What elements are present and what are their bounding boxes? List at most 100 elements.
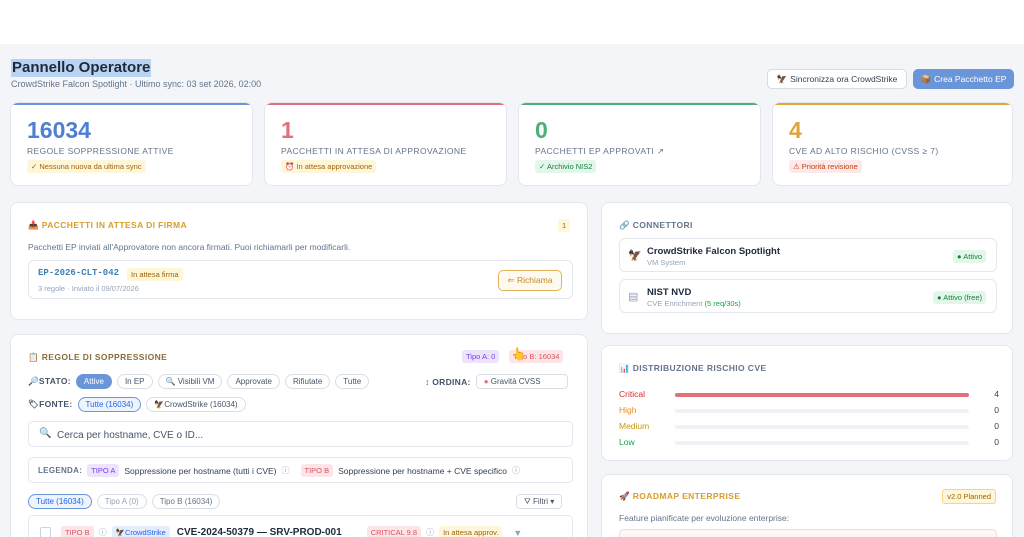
filter-in-ep[interactable]: In EP [116, 374, 153, 389]
sort-label: ↕ ORDINA: [425, 376, 471, 387]
distribution-label: Low [619, 437, 635, 447]
stat-label: CVE AD ALTO RISCHIO (CVSS ≥ 7) [789, 146, 939, 156]
funnel-icon: ⛛ [524, 496, 531, 506]
legend-box: LEGENDA: TIPO A Soppressione per hostnam… [28, 457, 573, 483]
stat-label: PACCHETTI IN ATTESA DI APPROVAZIONE [281, 146, 467, 156]
distribution-section-title: 📊 DISTRIBUZIONE RISCHIO CVE [619, 363, 766, 374]
roadmap-item [619, 529, 997, 537]
distribution-row-critical: Critical 4 [619, 389, 999, 401]
page-title: Pannello Operatore [11, 59, 152, 77]
search-input[interactable]: 🔍 Cerca per hostname, CVE o ID... [28, 421, 573, 447]
row-type-tag: TIPO B [61, 526, 94, 537]
connectors-title-text: CONNETTORI [632, 220, 693, 230]
source-label-text: FONTE: [39, 399, 73, 409]
source-filter-row: 🏷FONTE: Tutte (16034) 🦅 CrowdStrike (1603… [28, 397, 246, 412]
legend-type-b-text: Soppressione per hostname + CVE specific… [338, 465, 508, 476]
stat-badge: ✓ Nessuna nuova da ultima sync [27, 160, 146, 173]
row-expand-chevron-icon[interactable]: ▼ [513, 528, 522, 537]
sync-crowdstrike-button[interactable]: 🦅 Sincronizza ora CrowdStrike [767, 69, 907, 89]
stat-card-high-risk-cve: 4 CVE AD ALTO RISCHIO (CVSS ≥ 7) ⚠ Prior… [772, 102, 1013, 186]
connectors-panel: 🔗 CONNETTORI 🦅 CrowdStrike Falcon Spotli… [601, 202, 1013, 334]
connector-status-badge: ● Attivo [953, 250, 986, 263]
row-severity-badge: CRITICAL 9.8 [366, 526, 422, 537]
distribution-value: 4 [994, 389, 999, 399]
row-source-tag: 🦅CrowdStrike [111, 526, 170, 537]
package-id: EP-2026-CLT-042 [38, 268, 120, 278]
suppression-rules-panel: 📋 REGOLE DI SOPPRESSIONE Tipo A: 0 Tipo … [10, 334, 588, 537]
risk-distribution-panel: 📊 DISTRIBUZIONE RISCHIO CVE Critical 4 Hig… [601, 345, 1013, 461]
distribution-fill [675, 393, 969, 397]
tab-type-a[interactable]: Tipo A (0) [96, 494, 147, 509]
app-window: Pannello Operatore CrowdStrike Falcon Sp… [0, 44, 1024, 537]
row-title: CVE-2024-50379 — SRV-PROD-001 [176, 527, 342, 537]
bar-chart-icon: 📊 [619, 363, 630, 373]
link-icon: 🔗 [619, 220, 630, 230]
legend-type-a-tag: TIPO A [87, 464, 120, 477]
stat-value: 1 [281, 117, 294, 143]
distribution-title-text: DISTRIBUZIONE RISCHIO CVE [632, 363, 767, 373]
package-status-badge: In attesa firma [127, 268, 183, 281]
roadmap-version-badge: v2.0 Planned [942, 489, 996, 504]
stat-value: 4 [789, 117, 802, 143]
filter-rifiutate[interactable]: Rifiutate [284, 374, 331, 389]
status-label-text: STATO: [38, 376, 71, 386]
roadmap-title-text: ROADMAP ENTERPRISE [632, 491, 741, 501]
package-icon: 📦 [920, 73, 932, 84]
pending-count-badge: 1 [558, 219, 571, 232]
distribution-row-medium: Medium 0 [619, 421, 999, 433]
info-icon[interactable]: ⓘ [99, 527, 107, 537]
recall-button[interactable]: ⇐ Richiama [498, 270, 562, 291]
page-subtitle: CrowdStrike Falcon Spotlight · Ultimo sy… [11, 79, 262, 89]
connector-sub-text: CVE Enrichment [647, 299, 703, 308]
filters-button-label: Filtri ▾ [532, 497, 555, 506]
cursor-icon: 👆 [511, 347, 526, 361]
tab-all[interactable]: Tutte (16034) [28, 494, 92, 509]
info-icon[interactable]: ⓘ [426, 527, 434, 537]
stat-label: PACCHETTI EP APPROVATI ↗ [535, 146, 665, 156]
row-checkbox[interactable] [40, 527, 51, 537]
filter-tutte[interactable]: Tutte [335, 374, 370, 389]
search-placeholder: Cerca per hostname, CVE o ID... [57, 430, 204, 441]
info-icon[interactable]: ⓘ [512, 465, 520, 476]
stat-card-approved-packages[interactable]: 0 PACCHETTI EP APPROVATI ↗ ✓ Archivio NI… [518, 102, 761, 186]
filter-visible-vm[interactable]: 🔍 Visibili VM [157, 374, 223, 389]
sort-row: ↕ ORDINA: ● Gravità CVSS [425, 374, 568, 389]
pending-description: Pacchetti EP inviati all'Approvatore non… [28, 242, 351, 252]
clipboard-icon: 📋 [28, 352, 39, 362]
falcon-icon: 🦅 [115, 528, 125, 537]
distribution-row-high: High 0 [619, 405, 999, 417]
legend-type-b-tag: TIPO B [300, 464, 334, 477]
status-filter-row: 🔎STATO: Attive In EP 🔍 Visibili VM Appro… [28, 374, 370, 389]
rocket-icon: 🚀 [619, 491, 630, 501]
falcon-icon: 🦅 [776, 73, 788, 84]
pending-package-item: EP-2026-CLT-042 In attesa firma 3 regole… [28, 260, 573, 299]
pending-title-text: PACCHETTI IN ATTESA DI FIRMA [41, 220, 188, 230]
label-icon: 🏷 [28, 399, 40, 409]
filter-approvate[interactable]: Approvate [227, 374, 280, 389]
search-icon: 🔎 [28, 376, 39, 386]
stat-accent-bar [265, 103, 506, 105]
distribution-track [675, 409, 969, 413]
search-icon: 🔍 [39, 428, 52, 439]
distribution-value: 0 [994, 421, 999, 431]
sync-button-label: Sincronizza ora CrowdStrike [790, 74, 898, 84]
source-filter-all[interactable]: Tutte (16034) [77, 397, 142, 412]
create-package-button[interactable]: 📦 Crea Pacchetto EP [913, 69, 1014, 89]
roadmap-description: Feature pianificate per evoluzione enter… [619, 513, 790, 523]
info-icon[interactable]: ⓘ [282, 465, 290, 476]
connectors-section-title: 🔗 CONNETTORI [619, 220, 693, 231]
roadmap-panel: 🚀 ROADMAP ENTERPRISE v2.0 Planned Featur… [601, 474, 1013, 537]
filters-button[interactable]: ⛛ Filtri ▾ [516, 494, 563, 509]
connector-nist-nvd[interactable]: ▤ NIST NVD CVE Enrichment (5 req/30s) ● … [619, 279, 997, 313]
tab-type-b[interactable]: Tipo B (16034) [151, 494, 221, 509]
source-filter-crowdstrike[interactable]: 🦅 CrowdStrike (16034) [146, 397, 246, 412]
connector-crowdstrike[interactable]: 🦅 CrowdStrike Falcon Spotlight VM System… [619, 238, 997, 272]
table-row[interactable]: TIPO B ⓘ 🦅CrowdStrike CVE-2024-50379 — S… [28, 515, 573, 537]
inbox-icon: 📥 [28, 220, 39, 230]
rules-section-title: 📋 REGOLE DI SOPPRESSIONE [28, 352, 167, 363]
type-a-count-badge: Tipo A: 0 [462, 350, 500, 363]
filter-attive[interactable]: Attive [75, 374, 112, 389]
sort-select[interactable]: ● Gravità CVSS [475, 374, 568, 389]
falcon-icon: 🦅 [154, 400, 165, 409]
row-source-text: CrowdStrike [124, 528, 166, 537]
